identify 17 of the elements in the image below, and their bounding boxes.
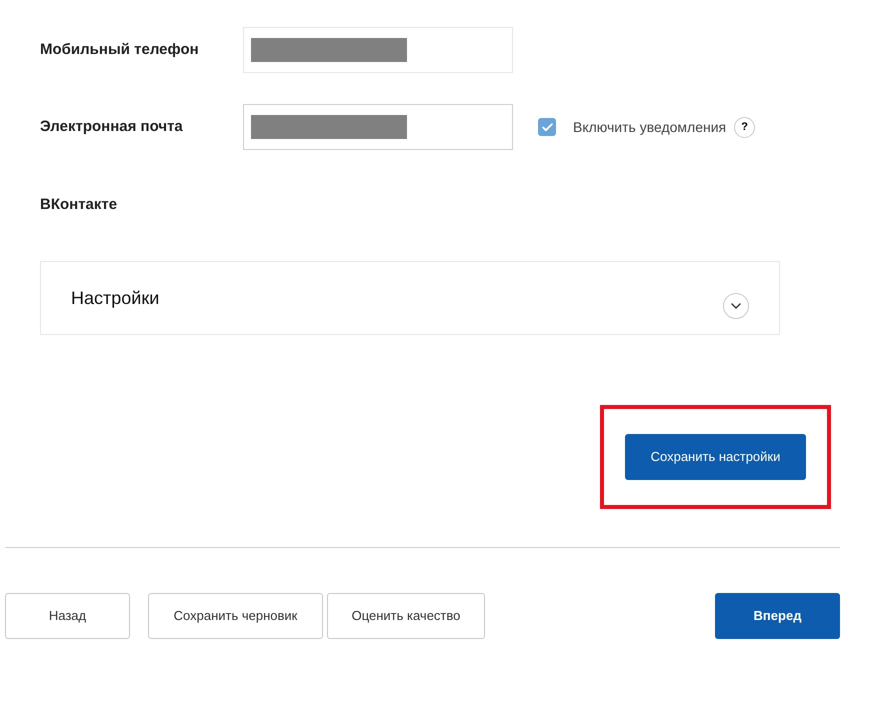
checkbox-label: Включить уведомления [573,118,726,137]
input-field[interactable] [243,27,513,73]
input-field[interactable] [243,104,513,150]
check-icon [540,120,554,134]
field-label: Мобильный телефон [40,40,200,60]
chevron-icon [723,293,749,319]
help-button[interactable]: ? [734,116,756,138]
section-label: ВКонтакте [40,196,118,213]
footer-button[interactable]: Оценить качество [327,593,485,639]
field-label: Электронная почта [40,116,184,137]
panel-title: Настройки [71,286,160,310]
next-button[interactable]: Вперед [715,593,840,639]
save-settings-button[interactable]: Сохранить настройки [625,434,806,480]
settings-panel[interactable]: Настройки [40,261,780,335]
checkbox[interactable] [538,118,556,136]
footer-button[interactable]: Сохранить черновик [148,593,323,639]
footer-button[interactable]: Назад [5,593,130,639]
